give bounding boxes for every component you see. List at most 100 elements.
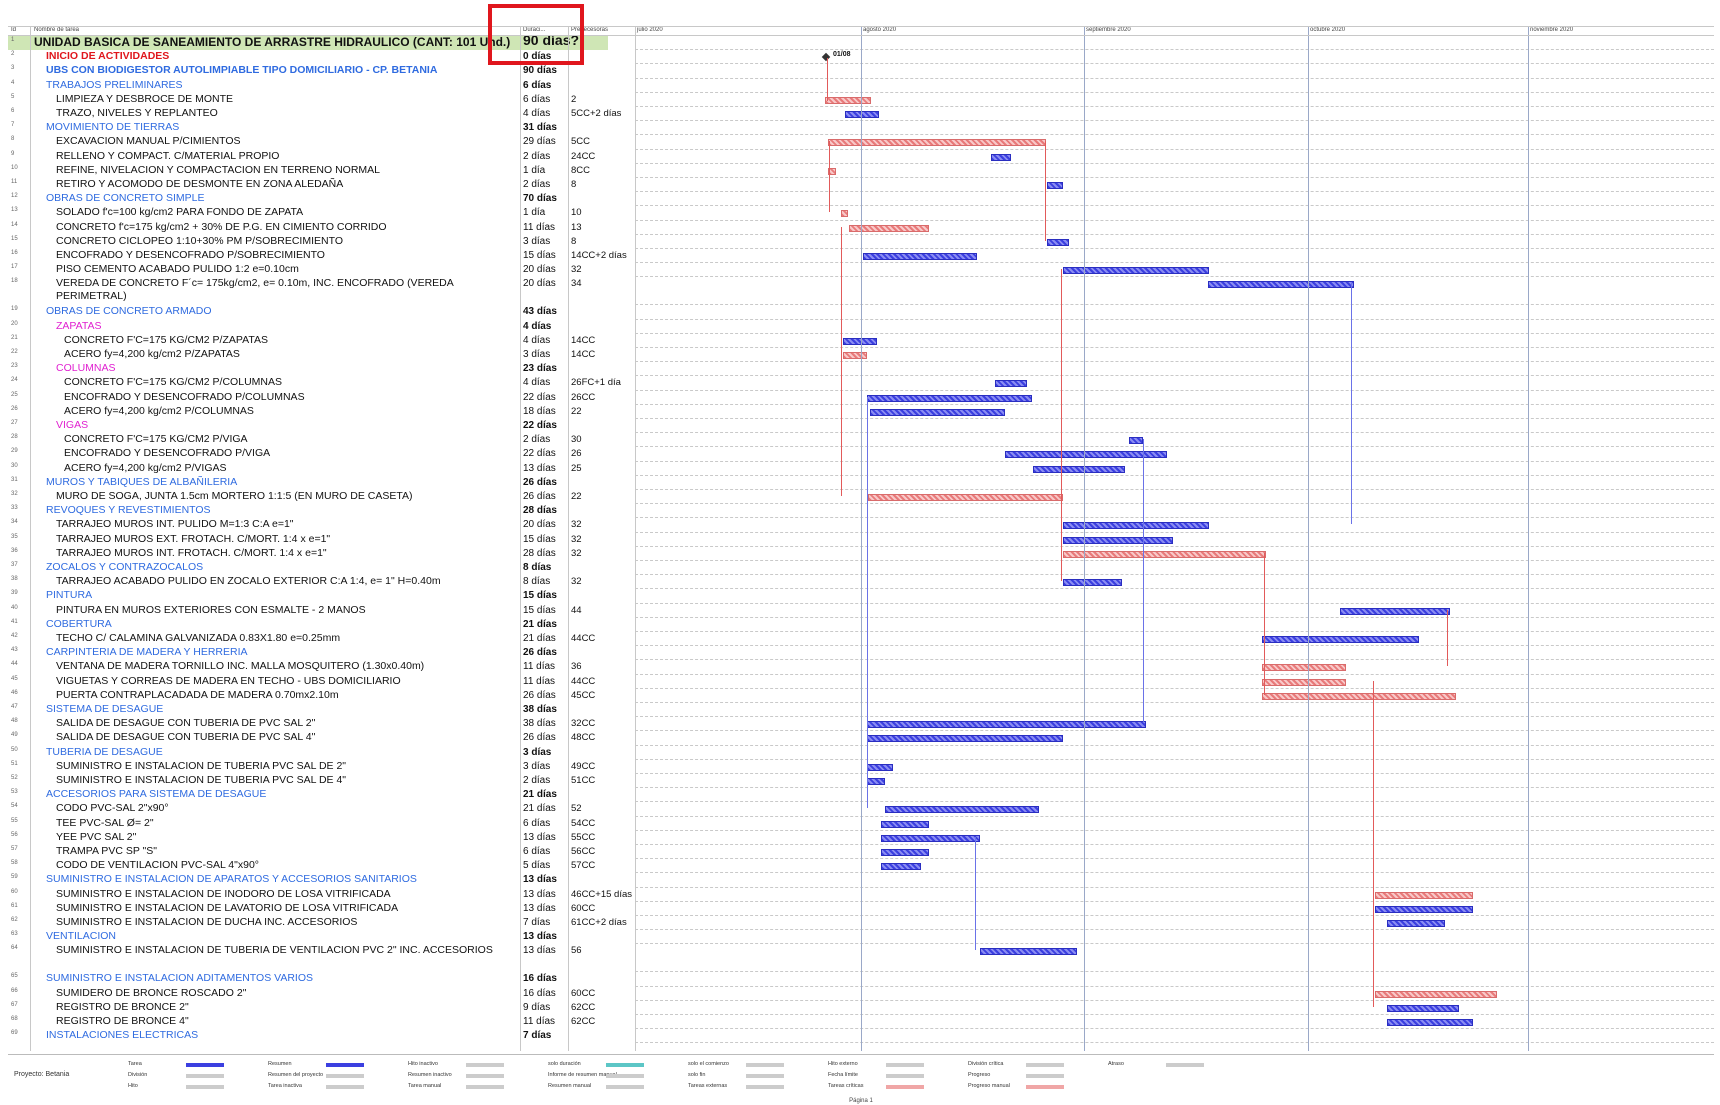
task-id: 43 [11,647,18,654]
legend-item: solo fin [688,1072,706,1078]
legend-item: Tarea [128,1061,142,1067]
task-duration: 3 días [523,235,551,247]
gantt-bar[interactable] [1262,636,1419,643]
gantt-bar[interactable] [1262,678,1346,686]
gantt-bar[interactable] [1387,1004,1459,1012]
gantt-bar[interactable] [1208,281,1354,289]
legend-item: Hito externo [828,1061,858,1067]
gantt-bar[interactable] [845,111,879,118]
task-duration: 6 días [523,93,551,105]
task-duration: 22 días [523,391,556,403]
task-name: ACERO fy=4,200 kg/cm2 P/VIGAS [64,461,227,474]
gantt-bar[interactable] [867,778,885,785]
task-duration: 43 días [523,306,557,318]
gantt-bar[interactable] [1047,238,1069,246]
task-id: 54 [11,803,18,810]
task-duration: 26 días [523,476,557,488]
duration-highlight-box [488,4,584,65]
task-duration: 13 días [523,931,557,943]
gantt-bar[interactable] [1375,990,1497,998]
gantt-bar[interactable] [1262,664,1346,672]
task-predecessors: 32CC [571,718,596,730]
task-duration: 16 días [523,973,557,985]
task-predecessors: 22 [571,405,582,417]
task-duration: 22 días [523,420,557,431]
task-id: 25 [11,391,18,398]
task-duration: 23 días [523,363,557,375]
task-duration: 3 días [523,349,551,360]
gantt-bar[interactable] [1063,579,1122,587]
task-predecessors: 22 [571,491,582,502]
gantt-bar[interactable] [868,494,1063,501]
task-duration: 16 días [523,987,556,999]
month-divider [861,26,862,1051]
gantt-bar[interactable] [867,735,1063,743]
milestone-diamond [821,52,831,62]
gantt-bar[interactable] [843,352,867,359]
task-id: 61 [11,902,18,909]
task-name: ACCESORIOS PARA SISTEMA DE DESAGUE [46,788,267,801]
task-id: 68 [11,1016,18,1022]
task-id: 1 [11,37,15,43]
gantt-bar[interactable] [881,849,929,856]
task-name: SUMINISTRO E INSTALACION DE DUCHA INC. A… [56,916,358,928]
gantt-bar[interactable] [841,210,848,218]
task-predecessors: 14CC+2 días [571,250,627,261]
gantt-bar[interactable] [863,253,977,260]
task-duration: 4 días [523,108,551,119]
gantt-bar[interactable] [867,763,893,771]
task-id: 9 [11,150,15,157]
gantt-bar[interactable] [881,834,980,842]
task-id: 15 [11,235,18,242]
legend-swatch [186,1085,224,1089]
gantt-bar[interactable] [1387,1019,1473,1026]
gantt-bar[interactable] [1375,905,1473,913]
task-duration: 13 días [523,902,556,914]
task-name: INICIO DE ACTIVIDADES [46,50,170,63]
month-divider [1084,26,1085,1051]
task-name: TARRAJEO ACABADO PULIDO EN ZOCALO EXTERI… [56,575,441,588]
task-duration: 5 días [523,860,551,872]
task-predecessors: 13 [571,221,582,233]
gantt-bar[interactable] [881,820,929,828]
task-duration: 26 días [523,491,556,502]
legend-swatch [1026,1063,1064,1067]
gantt-bar[interactable] [1129,437,1143,445]
gantt-bar[interactable] [885,806,1039,814]
legend-swatch [886,1074,924,1078]
gantt-bar[interactable] [1047,182,1063,189]
task-name: CONCRETO F'C=175 KG/CM2 P/COLUMNAS [64,376,282,389]
task-predecessors: 51CC [571,775,596,786]
gantt-bar[interactable] [867,721,1146,729]
gantt-bar[interactable] [870,408,1005,416]
gantt-bar[interactable] [1340,607,1450,615]
gantt-bar[interactable] [980,948,1077,956]
dependency-link [1447,609,1448,667]
gantt-bar[interactable] [991,153,1011,161]
task-id: 51 [11,760,18,767]
task-id: 39 [11,590,18,597]
task-name: LIMPIEZA Y DESBROCE DE MONTE [56,92,233,105]
gantt-bar[interactable] [1375,891,1473,899]
task-predecessors: 61CC+2 días [571,917,627,928]
gantt-bar[interactable] [995,380,1027,388]
gantt-bar[interactable] [1063,536,1173,544]
task-predecessors: 55CC [571,831,596,843]
gantt-bar[interactable] [867,394,1032,402]
task-name: CONCRETO F'C=175 KG/CM2 P/ZAPATAS [64,333,268,346]
legend-item: Tareas críticas [828,1083,864,1089]
task-name: SUMINISTRO E INSTALACION DE TUBERIA PVC … [56,759,347,772]
gantt-bar[interactable] [843,337,877,345]
column-divider [520,26,521,1051]
task-predecessors: 52 [571,803,582,815]
gantt-bar[interactable] [1262,692,1456,700]
gantt-bar[interactable] [1063,550,1266,558]
task-predecessors: 32 [571,547,582,559]
task-id: 35 [11,533,18,540]
gantt-bar[interactable] [1033,465,1125,473]
gantt-bar[interactable] [1387,920,1445,927]
task-name: CONCRETO CICLOPEO 1:10+30% PM P/SOBRECIM… [56,234,343,247]
gantt-bar[interactable] [825,96,871,104]
gantt-bar[interactable] [881,863,921,871]
task-predecessors: 46CC+15 días [571,888,632,900]
